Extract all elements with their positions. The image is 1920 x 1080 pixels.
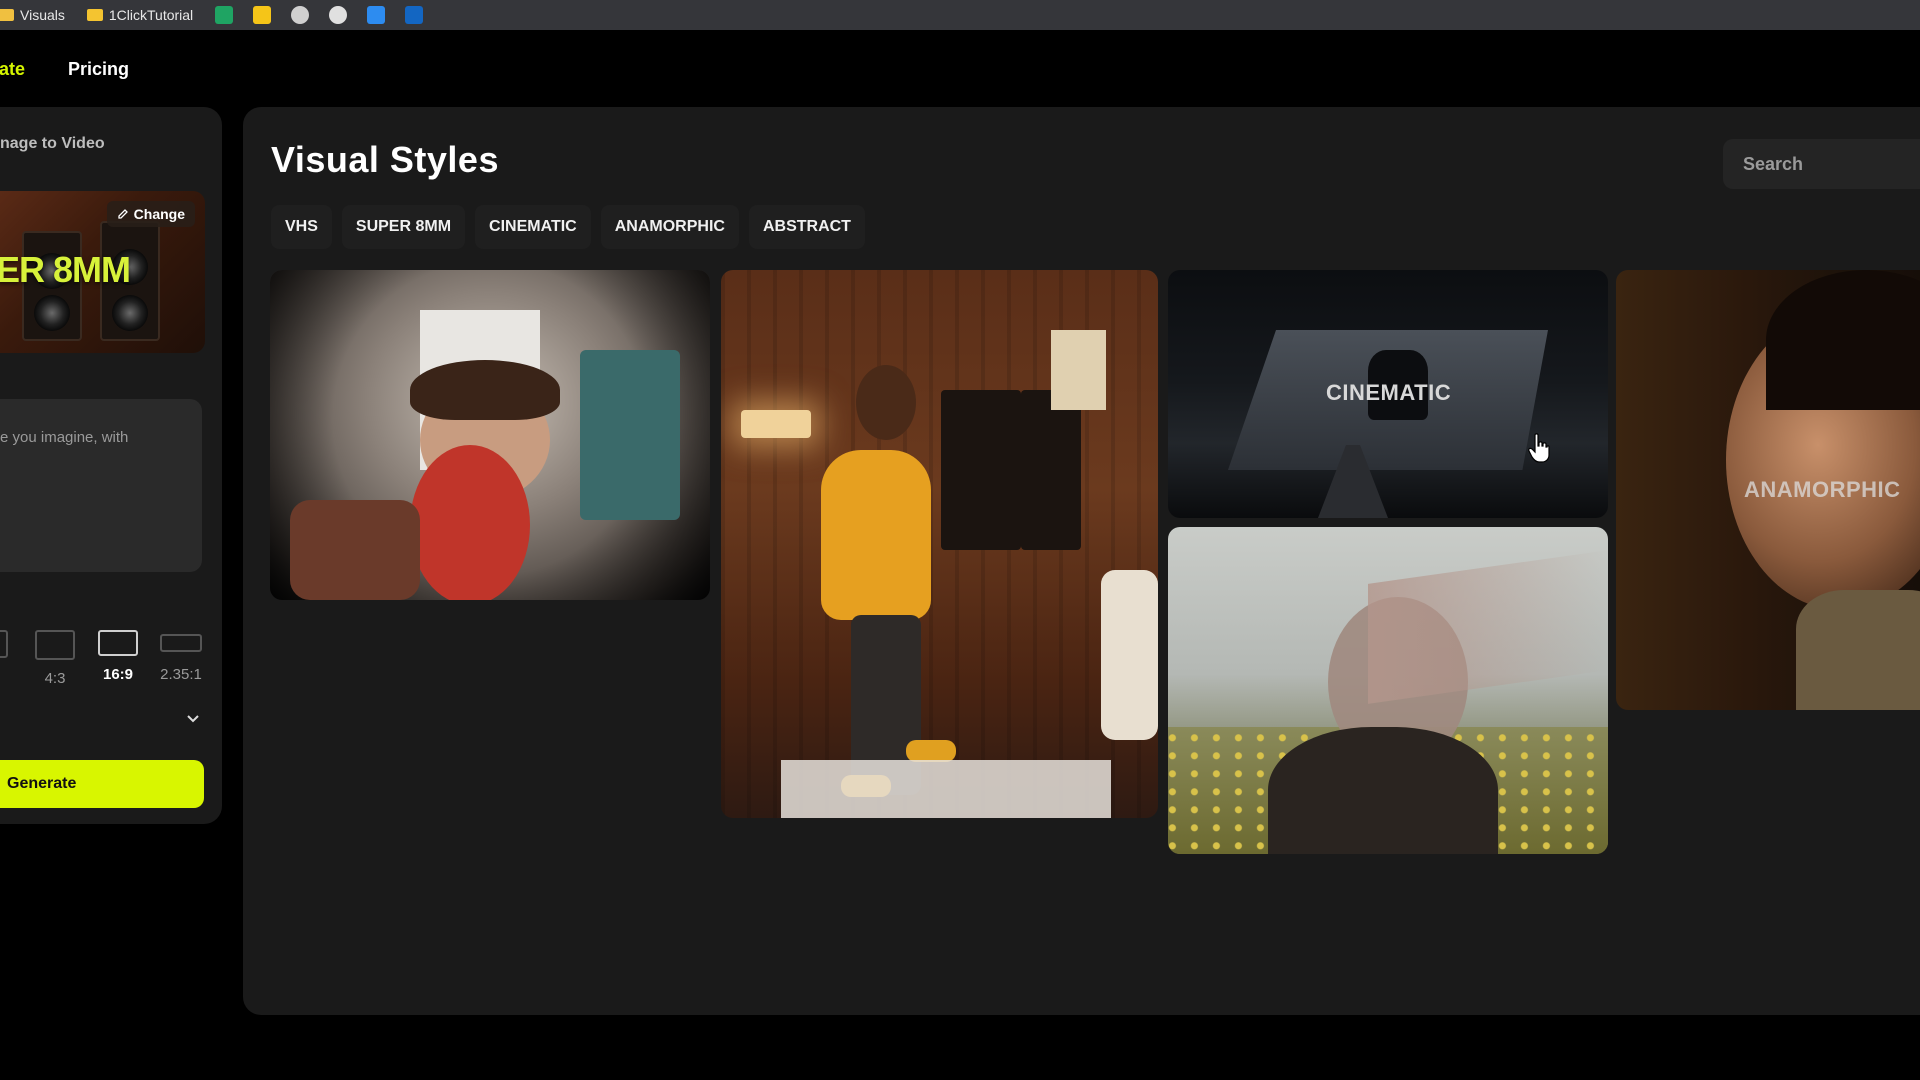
style-card-super-8mm[interactable] — [721, 270, 1158, 818]
target-icon[interactable] — [291, 6, 310, 24]
outlook-icon[interactable] — [405, 6, 424, 24]
chair-shape — [1101, 570, 1158, 740]
style-card-vhs[interactable] — [270, 270, 710, 600]
aspect-preview — [160, 634, 202, 652]
aspect-option-16-9[interactable]: 16:9 — [98, 630, 138, 683]
hand-cursor-icon — [1528, 433, 1550, 463]
nav-create[interactable]: ate — [0, 59, 25, 80]
panel-title: nage to Video — [0, 135, 105, 152]
source-image-thumbnail[interactable]: ER 8MM Change — [0, 191, 205, 353]
folder-icon — [86, 9, 103, 21]
card-style-label: CINEMATIC — [1326, 380, 1452, 405]
style-card-abstract[interactable] — [1168, 527, 1608, 854]
style-card-cinematic[interactable]: CINEMATIC — [1168, 270, 1608, 518]
shoe-shape — [906, 740, 956, 762]
chatgpt-icon[interactable] — [329, 6, 348, 24]
grammarly-icon[interactable] — [367, 6, 386, 24]
style-card-anamorphic[interactable]: ANAMORPHIC — [1616, 270, 1920, 710]
aspect-label: 4:3 — [44, 670, 66, 687]
folder-icon — [0, 9, 14, 21]
bookmark-label: Visuals — [20, 7, 65, 23]
bookmark-1clicktutorial[interactable]: 1ClickTutorial — [86, 7, 194, 23]
chevron-down-icon[interactable] — [186, 712, 200, 726]
notes-icon[interactable] — [253, 6, 272, 24]
sheets-icon[interactable] — [215, 6, 234, 24]
bookmark-label: 1ClickTutorial — [108, 7, 194, 23]
lamp-shape — [741, 410, 811, 438]
speaker-shape — [1021, 390, 1081, 550]
aspect-label: 16:9 — [102, 666, 134, 683]
aspect-preview — [35, 630, 75, 660]
shoulders-shape — [1268, 727, 1498, 854]
tab-abstract[interactable]: ABSTRACT — [748, 205, 865, 249]
rug-shape — [781, 760, 1111, 818]
speaker-cone — [34, 295, 70, 331]
pencil-icon — [118, 209, 128, 219]
skateboard-shape — [410, 445, 530, 600]
aspect-label: 2.35:1 — [160, 666, 202, 683]
hair-shape — [1766, 270, 1920, 410]
tab-anamorphic[interactable]: ANAMORPHIC — [600, 205, 739, 249]
change-image-button[interactable]: Change — [106, 201, 195, 227]
prompt-placeholder: e you imagine, with — [0, 429, 129, 446]
prompt-textarea[interactable]: e you imagine, with — [0, 399, 202, 572]
tab-cinematic[interactable]: CINEMATIC — [475, 205, 591, 249]
bed-shape — [290, 500, 420, 600]
change-label: Change — [133, 206, 185, 222]
aspect-option-2-35-1[interactable]: 2.35:1 — [160, 630, 202, 683]
thumbnail-style-text: ER 8MM — [0, 249, 131, 290]
jacket-shape — [821, 450, 931, 620]
top-nav: ate Pricing — [0, 30, 1920, 108]
page-title: Visual Styles — [271, 139, 499, 180]
bookmark-visuals[interactable]: Visuals — [0, 7, 65, 23]
flowing-fabric-shape — [1368, 550, 1608, 704]
generator-panel: nage to Video ER 8MM Change e you imagin… — [0, 107, 222, 824]
aspect-preview — [0, 630, 8, 658]
card-style-label: ANAMORPHIC — [1744, 477, 1901, 502]
speaker-shape — [941, 390, 1021, 550]
visual-styles-panel: Visual Styles Search VHS SUPER 8MM CINEM… — [243, 107, 1920, 1015]
aspect-ratio-selector: 4:3 16:9 2.35:1 — [0, 630, 222, 690]
aspect-option[interactable] — [0, 630, 8, 668]
generate-label: Generate — [7, 775, 77, 792]
style-tabs: VHS SUPER 8MM CINEMATIC ANAMORPHIC ABSTR… — [271, 205, 865, 249]
bookmarks-bar: Visuals 1ClickTutorial — [0, 0, 1920, 30]
tab-super-8mm[interactable]: SUPER 8MM — [341, 205, 466, 249]
speaker-cone — [112, 295, 148, 331]
book-stack — [1051, 330, 1106, 410]
hair-shape — [410, 360, 560, 420]
nav-pricing[interactable]: Pricing — [68, 59, 129, 80]
locker-shape — [580, 350, 680, 520]
aspect-preview — [98, 630, 138, 656]
head-shape — [856, 365, 916, 440]
tab-vhs[interactable]: VHS — [271, 205, 332, 249]
search-input[interactable]: Search — [1723, 139, 1920, 189]
generate-button[interactable]: Generate — [0, 760, 204, 808]
search-placeholder: Search — [1743, 153, 1804, 174]
collar-shape — [1796, 590, 1920, 710]
aspect-option-4-3[interactable]: 4:3 — [35, 630, 75, 687]
